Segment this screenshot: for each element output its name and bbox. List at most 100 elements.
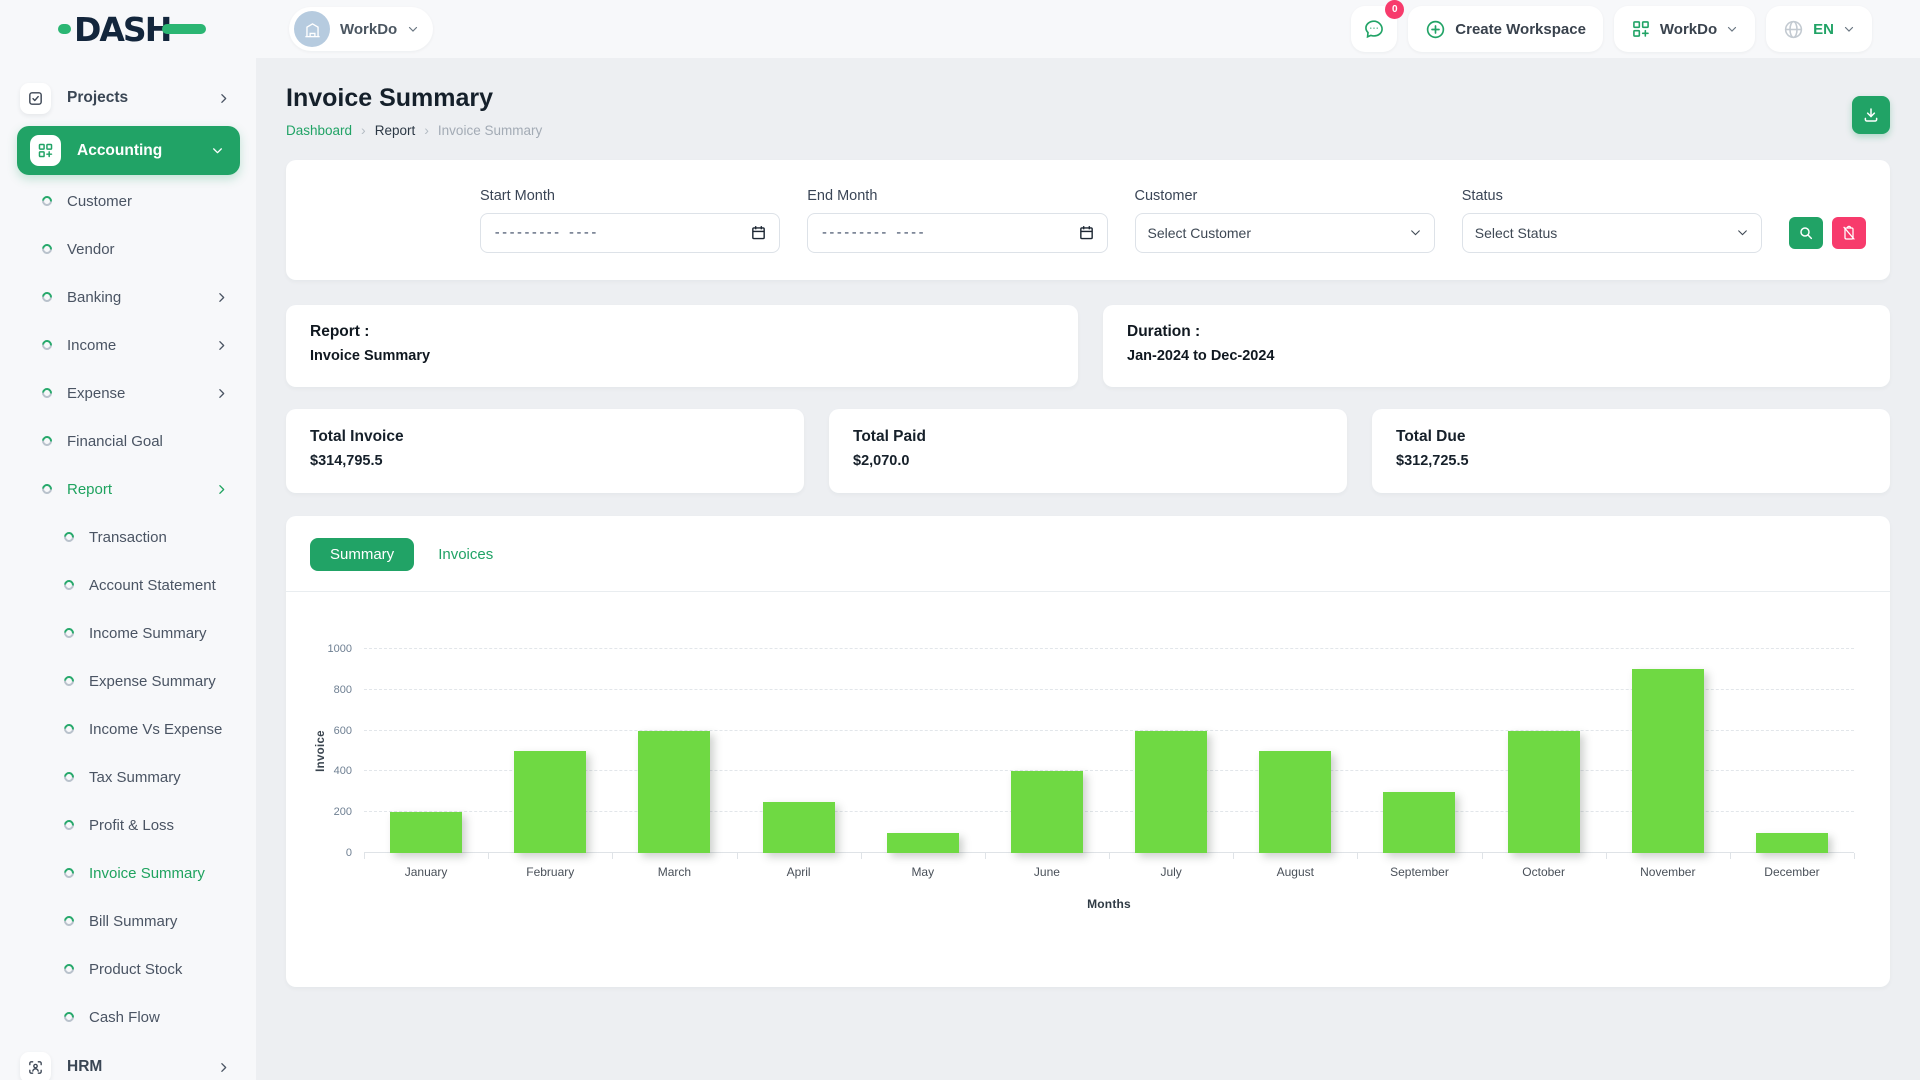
total-paid-value: $2,070.0: [853, 453, 1323, 469]
sidebar-item-label: Projects: [67, 89, 128, 107]
sidebar-item-account-statement[interactable]: Account Statement: [0, 561, 256, 609]
total-invoice-card: Total Invoice $314,795.5: [286, 409, 804, 493]
workspace-switcher[interactable]: WorkDo: [289, 7, 433, 51]
sidebar-item-tax-summary[interactable]: Tax Summary: [0, 753, 256, 801]
breadcrumb-report[interactable]: Report: [375, 123, 416, 138]
chart-bar-february: [514, 751, 586, 853]
sidebar-item-product-stock[interactable]: Product Stock: [0, 945, 256, 993]
workspace-name: WorkDo: [340, 21, 397, 38]
total-due-value: $312,725.5: [1396, 453, 1866, 469]
chart-y-axis-title: Invoice: [315, 730, 327, 772]
customer-select[interactable]: Select Customer: [1135, 213, 1435, 253]
messages-button[interactable]: 0: [1351, 6, 1397, 52]
chart-bar-slot: [737, 649, 861, 853]
sidebar-item-income-summary[interactable]: Income Summary: [0, 609, 256, 657]
messages-count-badge: 0: [1385, 0, 1404, 19]
chart-month-label: August: [1233, 865, 1357, 879]
chart-bar-slot: [985, 649, 1109, 853]
chart-bar-slot: [488, 649, 612, 853]
chart-month-label: July: [1109, 865, 1233, 879]
sidebar-item-banking[interactable]: Banking: [0, 273, 256, 321]
chart-x-tick: [1854, 853, 1855, 859]
chart-bar-slot: [1606, 649, 1730, 853]
tab-summary[interactable]: Summary: [310, 538, 414, 571]
sidebar-item-hrm[interactable]: HRM: [0, 1041, 256, 1080]
status-select[interactable]: Select Status: [1462, 213, 1762, 253]
bullet-icon: [62, 578, 76, 592]
sidebar-item-expense-summary[interactable]: Expense Summary: [0, 657, 256, 705]
chart-bar-slot: [1730, 649, 1854, 853]
bullet-icon: [62, 818, 76, 832]
sidebar-item-financial-goal[interactable]: Financial Goal: [0, 417, 256, 465]
chart-x-tick: [1109, 853, 1110, 859]
chevron-down-icon: [1736, 226, 1749, 239]
calendar-icon: [750, 224, 767, 241]
sidebar-item-income[interactable]: Income: [0, 321, 256, 369]
language-label: EN: [1813, 21, 1834, 38]
bullet-icon: [40, 242, 54, 256]
chart-month-label: September: [1357, 865, 1481, 879]
sidebar-item-bill-summary[interactable]: Bill Summary: [0, 897, 256, 945]
sidebar-item-cash-flow[interactable]: Cash Flow: [0, 993, 256, 1041]
chart-bar-slot: [1357, 649, 1481, 853]
chevron-down-icon: [211, 144, 224, 157]
total-paid-card: Total Paid $2,070.0: [829, 409, 1347, 493]
language-selector[interactable]: EN: [1766, 6, 1872, 52]
header-brand-zone: DASH: [0, 13, 256, 46]
download-button[interactable]: [1852, 96, 1890, 134]
sidebar-item-label: Account Statement: [89, 577, 216, 594]
chevron-right-icon: [217, 92, 230, 105]
clipboard-slash-icon: [1841, 225, 1857, 241]
chevron-right-icon: [217, 1061, 230, 1074]
bullet-icon: [40, 290, 54, 304]
search-button[interactable]: [1789, 217, 1823, 249]
chevron-right-icon: [215, 387, 228, 400]
chart-x-tick: [861, 853, 862, 859]
chart-month-label: December: [1730, 865, 1854, 879]
start-month-label: Start Month: [480, 188, 780, 204]
sidebar-item-label: Cash Flow: [89, 1009, 160, 1026]
sidebar-item-transaction[interactable]: Transaction: [0, 513, 256, 561]
bullet-icon: [62, 722, 76, 736]
bullet-icon: [62, 530, 76, 544]
sidebar-item-label: Accounting: [77, 142, 162, 160]
chevron-down-icon: [1843, 23, 1855, 35]
end-month-input[interactable]: [820, 225, 1077, 241]
sidebar-item-label: Transaction: [89, 529, 167, 546]
app-logo[interactable]: DASH: [58, 13, 206, 46]
sidebar-item-label: Expense: [67, 385, 125, 402]
workdo-apps-menu[interactable]: WorkDo: [1614, 6, 1755, 52]
search-icon: [1798, 225, 1814, 241]
sidebar-item-projects[interactable]: Projects: [0, 72, 256, 124]
chart-bar-april: [763, 802, 835, 853]
breadcrumb-dashboard[interactable]: Dashboard: [286, 123, 352, 138]
chart-card: Summary Invoices Invoice 020040060080010…: [286, 516, 1890, 987]
sidebar-item-label: Expense Summary: [89, 673, 216, 690]
bullet-icon: [62, 866, 76, 880]
status-select-value: Select Status: [1475, 225, 1558, 241]
chart-bar-slot: [1109, 649, 1233, 853]
sidebar-item-report[interactable]: Report: [0, 465, 256, 513]
sidebar-item-accounting[interactable]: Accounting: [17, 126, 240, 175]
report-card-value: Invoice Summary: [310, 348, 1054, 364]
chart-month-label: June: [985, 865, 1109, 879]
report-info-row: Report : Invoice Summary Duration : Jan-…: [286, 305, 1890, 387]
chevron-right-icon: [215, 291, 228, 304]
reset-filter-button[interactable]: [1832, 217, 1866, 249]
create-workspace-button[interactable]: Create Workspace: [1408, 6, 1603, 52]
sidebar-item-profit-loss[interactable]: Profit & Loss: [0, 801, 256, 849]
checkbox-icon: [20, 83, 51, 114]
sidebar-item-vendor[interactable]: Vendor: [0, 225, 256, 273]
sidebar-item-invoice-summary[interactable]: Invoice Summary: [0, 849, 256, 897]
sidebar-item-customer[interactable]: Customer: [0, 177, 256, 225]
start-month-input[interactable]: [493, 225, 750, 241]
sidebar-item-label: Income: [67, 337, 116, 354]
chart-bar-slot: [1482, 649, 1606, 853]
breadcrumb-current: Invoice Summary: [438, 123, 542, 138]
sidebar-item-income-vs-expense[interactable]: Income Vs Expense: [0, 705, 256, 753]
tab-invoices[interactable]: Invoices: [426, 538, 505, 571]
bullet-icon: [40, 434, 54, 448]
sidebar-item-expense[interactable]: Expense: [0, 369, 256, 417]
end-month-label: End Month: [807, 188, 1107, 204]
chart-y-tick-label: 200: [334, 806, 352, 818]
